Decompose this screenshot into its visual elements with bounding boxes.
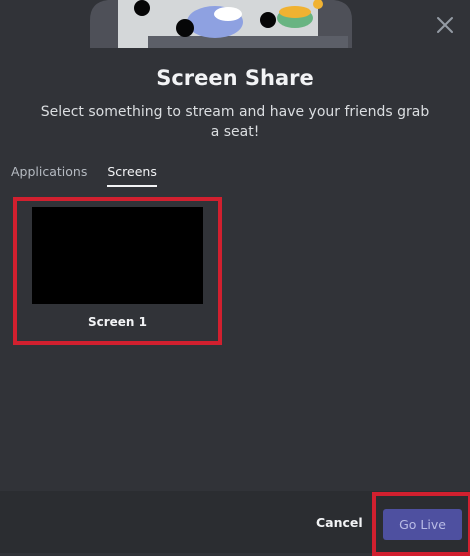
close-icon[interactable] [434, 14, 456, 36]
modal-title: Screen Share [156, 66, 314, 90]
screen-thumbnail [32, 207, 203, 304]
screen-option-1[interactable]: Screen 1 [13, 197, 222, 345]
go-live-button[interactable]: Go Live [383, 509, 462, 540]
cancel-button[interactable]: Cancel [316, 515, 363, 530]
hero-illustration [90, 0, 352, 48]
modal-footer: Cancel Go Live [0, 491, 470, 556]
tab-applications[interactable]: Applications [11, 164, 87, 187]
source-tabs: Applications Screens [11, 164, 157, 187]
screen-label: Screen 1 [87, 315, 148, 329]
tab-screens[interactable]: Screens [107, 164, 157, 187]
modal-subtitle: Select something to stream and have your… [40, 104, 430, 140]
go-live-highlight: Go Live [372, 492, 470, 556]
